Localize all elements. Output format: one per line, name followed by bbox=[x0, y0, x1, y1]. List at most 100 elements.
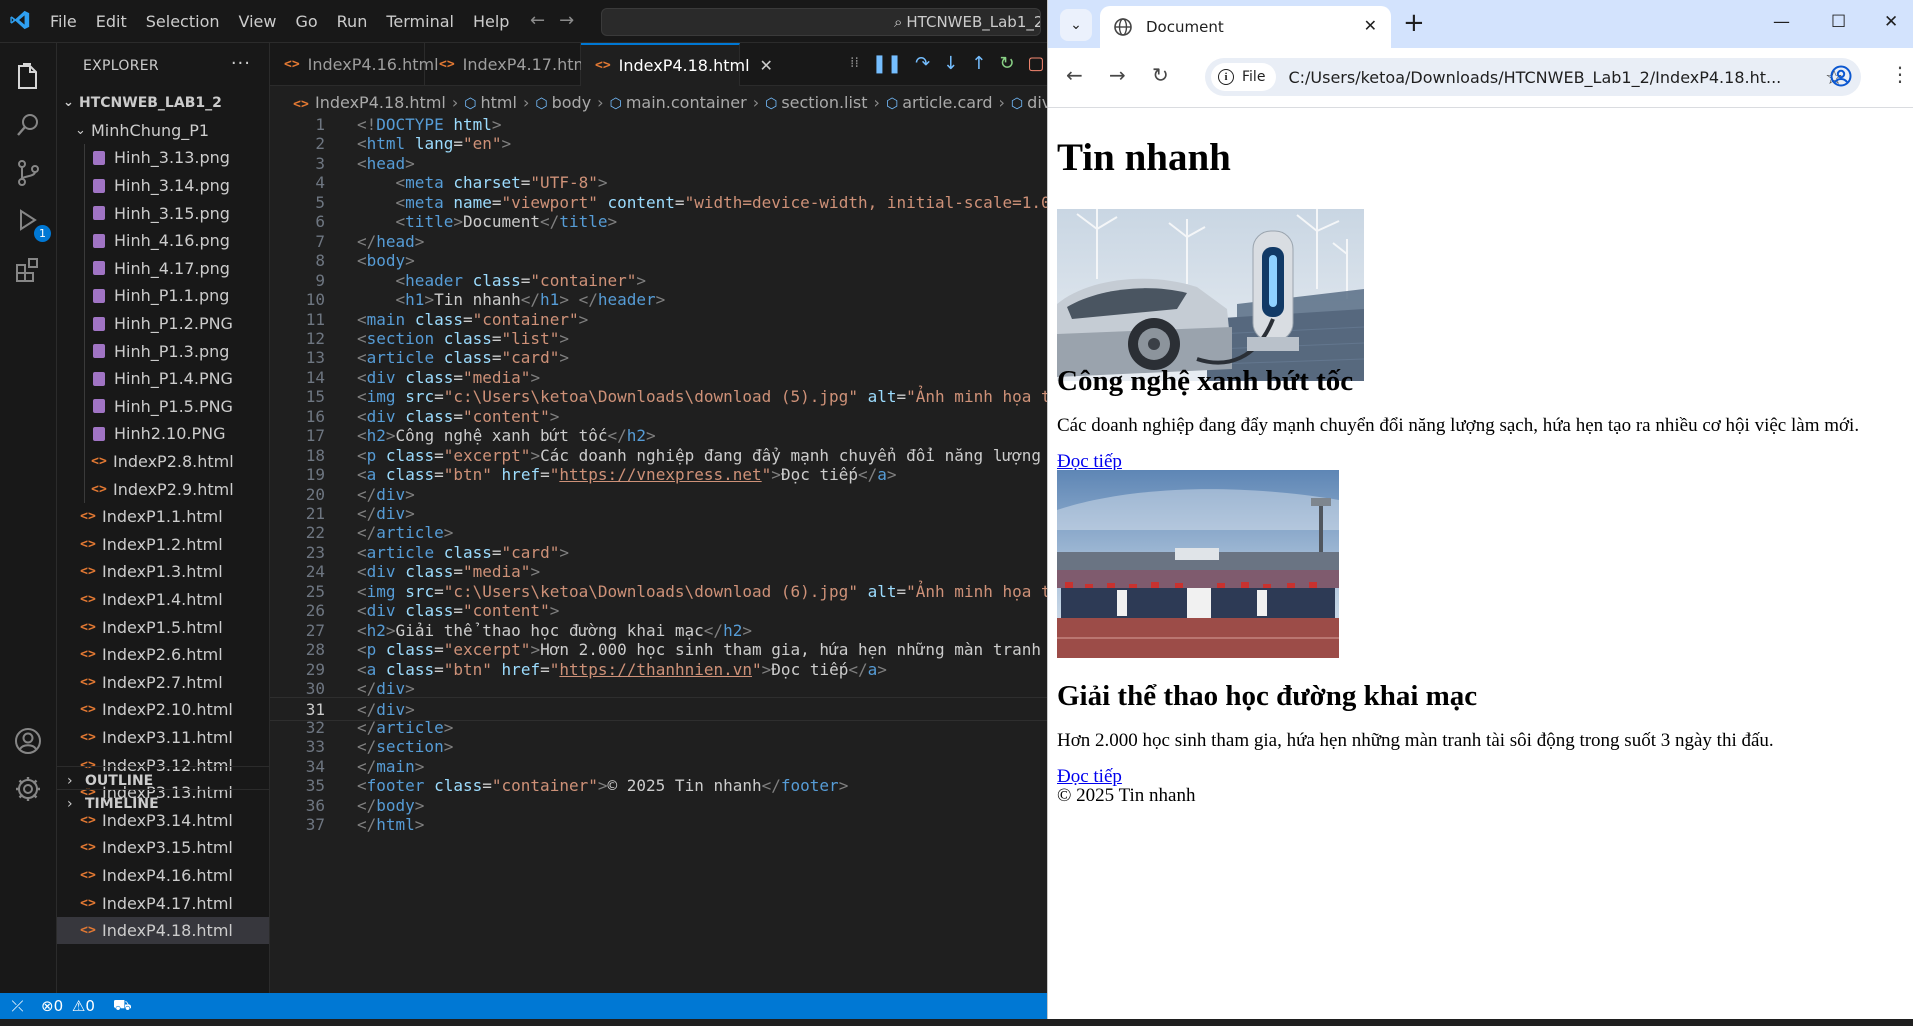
site-info-chip[interactable]: i File bbox=[1211, 63, 1277, 91]
code-token: = bbox=[491, 192, 502, 212]
code-token: DOCTYPE bbox=[376, 116, 444, 134]
html-file-icon: <> bbox=[80, 564, 96, 580]
file-item[interactable]: <> IndexP4.16.html bbox=[57, 862, 269, 890]
browser-tab-document[interactable]: Document ✕ bbox=[1100, 6, 1391, 48]
pause-icon[interactable]: ❚❚ bbox=[872, 53, 902, 74]
breadcrumb-item[interactable]: ⬡ html bbox=[464, 93, 517, 112]
run-debug-icon[interactable]: 1 bbox=[12, 205, 51, 242]
new-tab-icon[interactable]: + bbox=[1403, 8, 1425, 38]
file-item[interactable]: <> IndexP4.18.html bbox=[57, 916, 269, 945]
file-item[interactable]: <> IndexP2.9.html bbox=[57, 475, 269, 503]
breadcrumb-item[interactable]: <> IndexP4.18.html bbox=[292, 93, 446, 112]
file-item[interactable]: Hinh_3.13.png bbox=[57, 144, 269, 172]
file-item[interactable]: Hinh_P1.3.png bbox=[57, 337, 269, 365]
code-line[interactable]: 37 </html> bbox=[270, 813, 1047, 837]
breadcrumb-item[interactable]: ⬡ body bbox=[535, 93, 591, 112]
file-item[interactable]: <> IndexP2.7.html bbox=[57, 668, 269, 696]
file-item[interactable]: <> IndexP3.15.html bbox=[57, 834, 269, 862]
menu-item-help[interactable]: Help bbox=[473, 12, 509, 31]
workspace-root-folder[interactable]: ⌄ HTCNWEB_LAB1_2 bbox=[57, 89, 269, 117]
code-token: > bbox=[453, 212, 463, 232]
file-item[interactable]: Hinh2.10.PNG bbox=[57, 420, 269, 448]
html-file-icon: <> bbox=[80, 895, 96, 911]
step-into-icon[interactable]: ↓ bbox=[943, 53, 958, 74]
history-nav[interactable]: ←→ bbox=[530, 10, 588, 31]
file-item[interactable]: <> IndexP4.17.html bbox=[57, 889, 269, 917]
file-item[interactable]: Hinh_P1.4.PNG bbox=[57, 364, 269, 393]
minimize-icon[interactable]: — bbox=[1773, 12, 1790, 32]
profile-icon[interactable] bbox=[1829, 64, 1853, 88]
code-editor[interactable]: 1 <!DOCTYPE html> 2 <html lang="en"> 3 <head>… bbox=[270, 116, 1047, 993]
file-item[interactable]: Hinh_3.14.png bbox=[57, 171, 269, 200]
stop-icon[interactable]: ▢ bbox=[1027, 53, 1044, 74]
step-over-icon[interactable]: ↷ bbox=[915, 53, 930, 74]
image-file-icon bbox=[93, 316, 105, 331]
reload-icon[interactable]: ↻ bbox=[1152, 63, 1169, 87]
file-item[interactable]: Hinh_P1.5.PNG bbox=[57, 392, 269, 421]
menu-item-view[interactable]: View bbox=[239, 12, 277, 31]
file-item[interactable]: Hinh_P1.1.png bbox=[57, 282, 269, 310]
breadcrumb-item[interactable]: ⬡ article.card bbox=[886, 93, 993, 112]
ports-icon[interactable]: ⛟ bbox=[113, 996, 132, 1016]
indent-guide bbox=[84, 392, 85, 421]
command-center-search[interactable]: ⌕ HTCNWEB_Lab1_2 bbox=[601, 8, 1041, 36]
file-item[interactable]: Hinh_3.15.png bbox=[57, 199, 269, 227]
manage-gear-icon[interactable] bbox=[12, 773, 44, 805]
chrome-menu-icon[interactable]: ⋮ bbox=[1890, 62, 1910, 86]
code-token: < bbox=[395, 173, 406, 193]
code-token: > bbox=[530, 445, 541, 465]
breadcrumb-item[interactable]: ⬡ main.container bbox=[610, 93, 747, 112]
editor-tab[interactable]: <> IndexP4.16.html bbox=[270, 43, 439, 86]
forward-arrow-icon[interactable]: → bbox=[559, 10, 588, 31]
close-window-icon[interactable]: ✕ bbox=[1884, 12, 1898, 32]
file-item[interactable]: Hinh_4.17.png bbox=[57, 254, 269, 283]
menu-item-file[interactable]: File bbox=[50, 12, 77, 31]
restart-icon[interactable]: ↻ bbox=[999, 53, 1014, 74]
close-tab-icon[interactable]: ✕ bbox=[760, 56, 773, 75]
editor-tab[interactable]: <> IndexP4.17.html bbox=[425, 43, 594, 86]
indent-guide bbox=[84, 337, 85, 365]
address-bar[interactable]: i File C:/Users/ketoa/Downloads/HTCNWEB_L… bbox=[1205, 58, 1861, 96]
editor-tab[interactable]: <> IndexP4.18.html ✕ bbox=[581, 43, 773, 86]
remote-icon[interactable]: ⤫ bbox=[0, 997, 35, 1015]
back-arrow-icon[interactable]: ← bbox=[530, 10, 559, 31]
extensions-icon[interactable] bbox=[12, 253, 44, 285]
forward-icon[interactable]: → bbox=[1109, 63, 1126, 87]
back-icon[interactable]: ← bbox=[1066, 63, 1083, 87]
close-tab-icon[interactable]: ✕ bbox=[1364, 16, 1377, 35]
file-item[interactable]: <> IndexP2.8.html bbox=[57, 447, 269, 476]
search-icon[interactable] bbox=[12, 109, 44, 141]
folder-minhchung-p1[interactable]: ⌄ MinhChung_P1 bbox=[57, 117, 269, 145]
file-item[interactable]: Hinh_P1.2.PNG bbox=[57, 309, 269, 338]
drag-handle-icon[interactable]: ⁞⁞ bbox=[850, 55, 859, 71]
explorer-icon[interactable] bbox=[12, 61, 44, 93]
tab-search-icon[interactable]: ⌄ bbox=[1060, 9, 1092, 41]
timeline-section[interactable]: › TIMELINE bbox=[57, 789, 269, 817]
source-control-icon[interactable] bbox=[12, 157, 44, 189]
breadcrumb-item[interactable]: ⬡ section.list bbox=[765, 93, 867, 112]
menu-item-run[interactable]: Run bbox=[337, 12, 368, 31]
maximize-icon[interactable]: ☐ bbox=[1831, 12, 1846, 32]
file-item[interactable]: <> IndexP1.2.html bbox=[57, 531, 269, 559]
problems-indicator[interactable]: ⊗0 ⚠0 bbox=[41, 997, 95, 1015]
step-out-icon[interactable]: ↑ bbox=[971, 53, 986, 74]
url-text[interactable]: C:/Users/ketoa/Downloads/HTCNWEB_Lab1_2/… bbox=[1288, 68, 1788, 87]
file-item[interactable]: <> IndexP1.5.html bbox=[57, 613, 269, 641]
more-actions-icon[interactable]: ··· bbox=[231, 53, 251, 74]
code-token: article bbox=[366, 542, 435, 562]
file-item[interactable]: <> IndexP2.6.html bbox=[57, 641, 269, 669]
file-item[interactable]: Hinh_4.16.png bbox=[57, 226, 269, 255]
menu-item-selection[interactable]: Selection bbox=[146, 12, 220, 31]
file-item[interactable]: <> IndexP1.4.html bbox=[57, 586, 269, 614]
menu-item-go[interactable]: Go bbox=[295, 12, 317, 31]
file-item[interactable]: <> IndexP2.10.html bbox=[57, 696, 269, 724]
indent-guide bbox=[84, 475, 85, 503]
html-file-icon: <> bbox=[80, 647, 96, 663]
menu-item-terminal[interactable]: Terminal bbox=[386, 12, 454, 31]
accounts-icon[interactable] bbox=[12, 725, 44, 757]
file-item[interactable]: <> IndexP1.3.html bbox=[57, 558, 269, 586]
file-item[interactable]: <> IndexP3.11.html bbox=[57, 724, 269, 752]
menu-item-edit[interactable]: Edit bbox=[96, 12, 127, 31]
file-item[interactable]: <> IndexP1.1.html bbox=[57, 503, 269, 531]
breadcrumb-item[interactable]: ⬡div. bbox=[1011, 93, 1047, 112]
